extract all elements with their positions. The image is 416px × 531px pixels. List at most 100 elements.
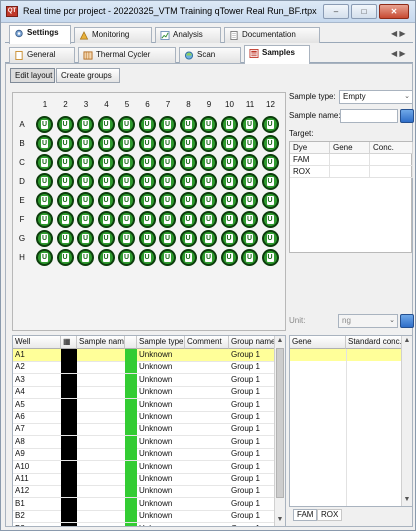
well-G7[interactable]: U xyxy=(159,230,176,247)
target-dye-fam[interactable]: FAM xyxy=(290,154,330,166)
well-G9[interactable]: U xyxy=(200,230,217,247)
grid-header-well[interactable]: Well xyxy=(13,336,61,349)
well-cell[interactable]: A4 xyxy=(13,386,61,398)
well-F10[interactable]: U xyxy=(220,211,238,228)
sample-name-edit-button[interactable] xyxy=(400,109,414,123)
well-A2[interactable]: U xyxy=(56,116,74,133)
well-cell[interactable]: A3 xyxy=(13,374,61,386)
sample-name-cell[interactable] xyxy=(77,448,125,460)
samples-grid[interactable]: Well ▦ Sample nam Sample type Comment Gr… xyxy=(12,335,286,527)
well-cell[interactable]: A11 xyxy=(13,473,61,485)
sample-type-cell[interactable]: Unknown xyxy=(137,473,185,485)
comment-cell[interactable] xyxy=(185,349,229,361)
comment-cell[interactable] xyxy=(185,461,229,473)
comment-cell[interactable] xyxy=(185,374,229,386)
scroll-down-arrow[interactable]: ▼ xyxy=(402,495,412,505)
well-cell[interactable]: A1 xyxy=(13,349,61,361)
well-G2[interactable]: U xyxy=(56,230,74,247)
well-D6[interactable]: U xyxy=(138,173,156,190)
sample-type-cell[interactable]: Unknown xyxy=(137,361,185,373)
well-A8[interactable]: U xyxy=(179,116,197,133)
sample-name-cell[interactable] xyxy=(77,473,125,485)
well-cell[interactable]: B1 xyxy=(13,498,61,510)
well-H6[interactable]: U xyxy=(138,249,156,266)
well-G11[interactable]: U xyxy=(241,230,258,247)
well-A3[interactable]: U xyxy=(77,116,94,133)
plate-column-header[interactable]: 10 xyxy=(220,100,240,109)
tab-scan[interactable]: Scan xyxy=(179,47,241,63)
well-E3[interactable]: U xyxy=(77,192,94,209)
well-E8[interactable]: U xyxy=(179,192,197,209)
plate-column-header[interactable]: 9 xyxy=(199,100,219,109)
plate-row-header[interactable]: D xyxy=(17,177,27,186)
comment-cell[interactable] xyxy=(185,523,229,526)
well-D7[interactable]: U xyxy=(159,173,176,190)
create-groups-button[interactable]: Create groups xyxy=(56,68,120,83)
well-cell[interactable]: A9 xyxy=(13,448,61,460)
well-F4[interactable]: U xyxy=(97,211,115,228)
well-C12[interactable]: U xyxy=(261,154,279,171)
table-row[interactable]: A12 Unknown Group 1 xyxy=(13,485,275,499)
sample-type-cell[interactable]: Unknown xyxy=(137,436,185,448)
sample-name-cell[interactable] xyxy=(77,461,125,473)
well-B9[interactable]: U xyxy=(200,135,217,152)
well-D9[interactable]: U xyxy=(200,173,217,190)
well-E7[interactable]: U xyxy=(159,192,176,209)
well-E12[interactable]: U xyxy=(261,192,279,209)
well-A12[interactable]: U xyxy=(261,116,279,133)
comment-cell[interactable] xyxy=(185,399,229,411)
edit-layout-button[interactable]: Edit layout xyxy=(10,68,55,83)
well-F7[interactable]: U xyxy=(159,211,176,228)
grid-header-group-name[interactable]: Group name xyxy=(229,336,275,349)
well-cell[interactable]: A2 xyxy=(13,361,61,373)
well-F8[interactable]: U xyxy=(179,211,197,228)
well-G6[interactable]: U xyxy=(138,230,156,247)
well-A11[interactable]: U xyxy=(241,116,258,133)
well-D11[interactable]: U xyxy=(241,173,258,190)
well-B8[interactable]: U xyxy=(179,135,197,152)
group-name-cell[interactable]: Group 1 xyxy=(229,498,275,510)
group-name-cell[interactable]: Group 1 xyxy=(229,473,275,485)
sample-type-cell[interactable]: Unknown xyxy=(137,349,185,361)
sample-type-cell[interactable]: Unknown xyxy=(137,448,185,460)
comment-cell[interactable] xyxy=(185,510,229,522)
scroll-thumb[interactable] xyxy=(276,348,284,498)
well-H12[interactable]: U xyxy=(261,249,279,266)
grid-header-sample-type[interactable]: Sample type xyxy=(137,336,185,349)
well-D2[interactable]: U xyxy=(56,173,74,190)
tab-samples[interactable]: Samples xyxy=(244,45,310,64)
plate-column-header[interactable]: 4 xyxy=(97,100,117,109)
plate-column-header[interactable]: 3 xyxy=(76,100,96,109)
group-name-cell[interactable]: Group 1 xyxy=(229,411,275,423)
comment-cell[interactable] xyxy=(185,498,229,510)
group-name-cell[interactable]: Group 1 xyxy=(229,485,275,497)
target-conc-rox[interactable] xyxy=(370,166,413,178)
well-E4[interactable]: U xyxy=(97,192,115,209)
well-C5[interactable]: U xyxy=(118,154,135,171)
well-B1[interactable]: U xyxy=(36,135,53,152)
well-cell[interactable]: A8 xyxy=(13,436,61,448)
well-B5[interactable]: U xyxy=(118,135,135,152)
table-row[interactable]: A5 Unknown Group 1 xyxy=(13,398,275,412)
well-E6[interactable]: U xyxy=(138,192,156,209)
sample-name-cell[interactable] xyxy=(77,436,125,448)
tab-rox[interactable]: ROX xyxy=(317,509,343,521)
comment-cell[interactable] xyxy=(185,485,229,497)
comment-cell[interactable] xyxy=(185,436,229,448)
plate-row-header[interactable]: H xyxy=(17,253,27,262)
table-row[interactable]: A11 Unknown Group 1 xyxy=(13,473,275,486)
sample-name-cell[interactable] xyxy=(77,423,125,435)
right-grid-selected-row[interactable] xyxy=(290,349,404,361)
well-F3[interactable]: U xyxy=(77,211,94,228)
group-name-cell[interactable]: Group 1 xyxy=(229,461,275,473)
well-G4[interactable]: U xyxy=(97,230,115,247)
plate-column-header[interactable]: 2 xyxy=(56,100,76,109)
sample-name-cell[interactable] xyxy=(77,510,125,522)
sample-name-cell[interactable] xyxy=(77,498,125,510)
close-button[interactable]: ✕ xyxy=(379,4,409,19)
well-F6[interactable]: U xyxy=(138,211,156,228)
target-gene-rox[interactable] xyxy=(330,166,370,178)
well-A10[interactable]: U xyxy=(220,116,238,133)
well-D8[interactable]: U xyxy=(179,173,197,190)
table-row[interactable]: A8 Unknown Group 1 xyxy=(13,435,275,449)
